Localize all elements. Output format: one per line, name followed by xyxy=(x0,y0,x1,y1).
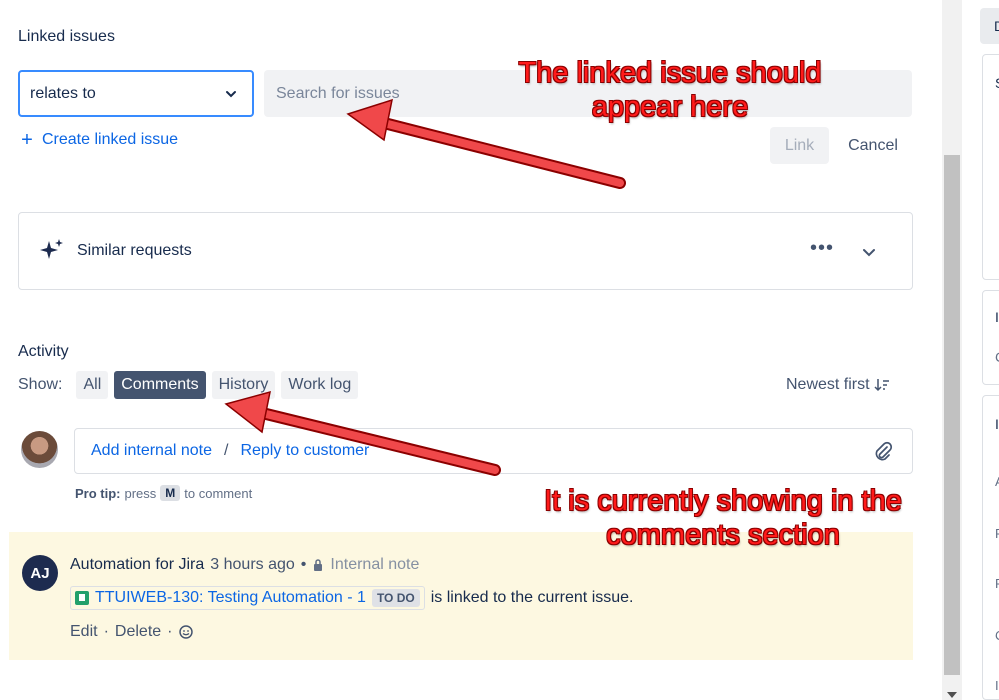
right-sidebar: D S I C I A F F C I xyxy=(962,0,999,700)
comment-editor[interactable]: Add internal note / Reply to customer xyxy=(74,428,913,474)
sidebar-letter: D xyxy=(994,18,999,34)
delete-button[interactable]: Delete xyxy=(115,623,161,641)
action-separator: · xyxy=(103,623,109,640)
comment-message: is linked to the current issue. xyxy=(430,589,634,606)
emoji-reaction-icon[interactable] xyxy=(178,624,194,640)
link-type-select[interactable]: relates to xyxy=(18,70,254,117)
sidebar-letter: I xyxy=(995,678,999,693)
pro-tip-post: to comment xyxy=(184,485,253,501)
chevron-down-icon xyxy=(226,90,236,97)
sidebar-card: I C xyxy=(982,290,999,385)
sidebar-letter: I xyxy=(995,416,999,432)
scrollbar-thumb[interactable] xyxy=(944,155,960,675)
sidebar-letter: S xyxy=(995,75,999,91)
show-label: Show: xyxy=(18,376,63,393)
filter-work-log[interactable]: Work log xyxy=(281,371,359,399)
linked-issues-title: Linked issues xyxy=(18,28,115,45)
comment-body: TTUIWEB-130: Testing Automation - 1 TO D… xyxy=(70,586,633,610)
plus-icon: + xyxy=(21,129,33,151)
sort-icon xyxy=(874,379,889,392)
filter-comments[interactable]: Comments xyxy=(114,371,206,399)
cancel-button[interactable]: Cancel xyxy=(834,127,912,164)
pro-tip-pre: press xyxy=(124,485,157,501)
sidebar-letter: F xyxy=(995,576,999,591)
chevron-down-icon[interactable] xyxy=(862,245,876,259)
pro-tip: Pro tip: press M to comment xyxy=(75,485,252,501)
sparkle-icon xyxy=(40,239,63,259)
visibility-label: Internal note xyxy=(330,556,420,573)
similar-requests-panel[interactable]: Similar requests ••• xyxy=(18,212,913,290)
activity-title: Activity xyxy=(18,343,69,360)
edit-button[interactable]: Edit xyxy=(70,623,98,641)
filter-all[interactable]: All xyxy=(76,371,109,399)
linked-issue-link[interactable]: TTUIWEB-130: Testing Automation - 1 xyxy=(95,589,366,607)
filter-history[interactable]: History xyxy=(211,371,276,399)
comment-header: Automation for Jira 3 hours ago • Intern… xyxy=(70,556,419,574)
link-button[interactable]: Link xyxy=(770,127,829,164)
activity-filter-bar: Show: All Comments History Work log xyxy=(18,371,359,399)
vertical-scrollbar[interactable] xyxy=(942,0,962,700)
sidebar-letter: F xyxy=(995,526,999,541)
sidebar-letter: C xyxy=(995,628,999,643)
comment-actions: Edit · Delete · xyxy=(70,623,194,641)
linked-issue-chip[interactable]: TTUIWEB-130: Testing Automation - 1 TO D… xyxy=(70,586,425,610)
annotation-bottom: It is currently showing in the comments … xyxy=(544,485,902,551)
create-linked-issue-label: Create linked issue xyxy=(42,131,179,148)
scroll-down-arrow[interactable] xyxy=(947,692,957,698)
sidebar-letter: I xyxy=(995,309,999,325)
sidebar-letter: C xyxy=(995,349,999,365)
sidebar-letter: A xyxy=(995,474,999,489)
add-internal-note-link[interactable]: Add internal note xyxy=(91,442,212,460)
dot-separator: • xyxy=(300,556,307,573)
similar-requests-label: Similar requests xyxy=(77,242,192,259)
paperclip-icon[interactable] xyxy=(872,441,894,463)
sort-toggle[interactable]: Newest first xyxy=(786,376,890,394)
sort-label: Newest first xyxy=(786,376,870,393)
status-badge: TO DO xyxy=(371,589,420,607)
create-linked-issue-button[interactable]: + Create linked issue xyxy=(18,129,179,151)
sidebar-card: I A F F C I xyxy=(982,395,999,700)
reply-to-customer-link[interactable]: Reply to customer xyxy=(240,442,369,460)
pro-tip-label: Pro tip: xyxy=(75,485,121,501)
story-icon xyxy=(75,591,89,605)
shortcut-key: M xyxy=(160,485,181,501)
avatar: AJ xyxy=(22,555,58,591)
action-separator: · xyxy=(167,623,173,640)
more-options-icon[interactable]: ••• xyxy=(810,237,834,260)
lock-icon xyxy=(314,559,323,571)
avatar xyxy=(21,431,58,468)
comment-author[interactable]: Automation for Jira xyxy=(70,556,204,574)
sidebar-card: S xyxy=(982,54,999,280)
annotation-top: The linked issue should appear here xyxy=(518,57,822,123)
link-type-value: relates to xyxy=(30,84,96,102)
comment-timestamp[interactable]: 3 hours ago xyxy=(210,556,295,574)
sidebar-tab[interactable]: D xyxy=(980,8,999,44)
separator: / xyxy=(223,442,229,459)
